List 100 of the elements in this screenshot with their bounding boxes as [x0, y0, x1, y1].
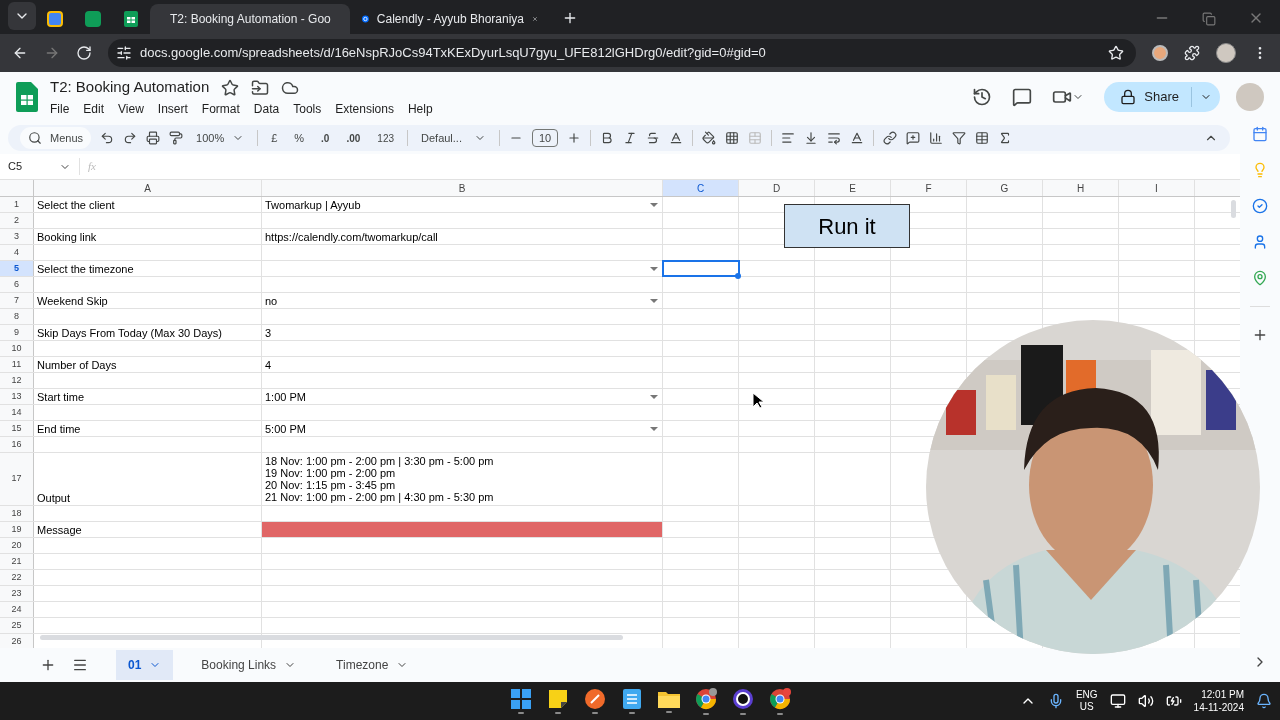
menu-item[interactable]: Data: [253, 99, 280, 118]
clock[interactable]: 12:01 PM 14-11-2024: [1193, 688, 1244, 714]
menu-item[interactable]: Edit: [83, 99, 105, 118]
chrome-icon[interactable]: [694, 687, 717, 710]
column-header[interactable]: H: [1043, 180, 1119, 196]
row-header[interactable]: 10: [0, 341, 34, 356]
column-header[interactable]: C: [663, 180, 739, 196]
font-size-field[interactable]: 10: [532, 128, 559, 148]
move-folder-icon[interactable]: [251, 78, 270, 97]
browser-tab[interactable]: T2: Booking Automation - Goo: [150, 4, 350, 34]
add-addon-icon[interactable]: [1252, 327, 1268, 343]
row-header[interactable]: 24: [0, 602, 34, 617]
percent-button[interactable]: %: [290, 129, 309, 147]
sheet-tab[interactable]: Booking Links: [189, 650, 309, 680]
row-header[interactable]: 15: [0, 421, 34, 436]
table-view-icon[interactable]: [975, 131, 990, 145]
menu-item[interactable]: Insert: [157, 99, 188, 118]
borders-icon[interactable]: [725, 131, 740, 145]
row-header[interactable]: 25: [0, 618, 34, 633]
column-header[interactable]: D: [739, 180, 815, 196]
paint-format-icon[interactable]: [169, 131, 184, 145]
star-icon[interactable]: [221, 78, 240, 97]
sticky-note-icon[interactable]: [547, 688, 568, 709]
align-icon[interactable]: [781, 131, 796, 145]
row-header[interactable]: 13: [0, 389, 34, 404]
menu-item[interactable]: File: [50, 99, 70, 118]
back-icon[interactable]: [12, 45, 28, 61]
italic-icon[interactable]: [623, 131, 638, 145]
pen-icon[interactable]: [584, 688, 605, 709]
row-header[interactable]: 4: [0, 245, 34, 260]
fill-color-icon[interactable]: [702, 131, 717, 145]
chrome-icon[interactable]: [768, 687, 791, 710]
horizontal-scrollbar[interactable]: [40, 635, 623, 640]
folder-icon[interactable]: [657, 689, 680, 708]
row-header[interactable]: 9: [0, 325, 34, 340]
text-rotation-icon[interactable]: [850, 131, 865, 145]
ring-app-icon[interactable]: [731, 687, 754, 710]
tasks-icon[interactable]: [1252, 198, 1268, 214]
row-header[interactable]: 7: [0, 293, 34, 308]
notepad-icon[interactable]: [622, 688, 641, 709]
dropdown-arrow-icon[interactable]: [650, 267, 658, 271]
all-sheets-icon[interactable]: [72, 657, 88, 673]
menu-item[interactable]: View: [118, 99, 144, 118]
extensions-icon[interactable]: [1184, 45, 1200, 61]
merge-cells-icon[interactable]: [748, 131, 763, 145]
row-header[interactable]: 14: [0, 405, 34, 420]
selected-cell[interactable]: [663, 261, 739, 276]
row-header[interactable]: 18: [0, 506, 34, 521]
decrease-decimals-button[interactable]: .0: [317, 130, 334, 146]
row-header[interactable]: 6: [0, 277, 34, 292]
add-sheet-icon[interactable]: [40, 657, 56, 673]
run-button[interactable]: Run it: [784, 204, 910, 248]
row-header[interactable]: 22: [0, 570, 34, 585]
bookmark-star-icon[interactable]: [1108, 45, 1124, 61]
row-header[interactable]: 3: [0, 229, 34, 244]
maps-icon[interactable]: [1252, 270, 1268, 286]
dropdown-arrow-icon[interactable]: [650, 203, 658, 207]
text-wrap-icon[interactable]: [827, 131, 842, 145]
restore-icon[interactable]: [1202, 12, 1216, 26]
row-header[interactable]: 19: [0, 522, 34, 537]
font-select[interactable]: Defaul...: [417, 129, 490, 147]
calendar-icon[interactable]: [1252, 126, 1268, 142]
dropdown-arrow-icon[interactable]: [650, 427, 658, 431]
zoom-select[interactable]: 100%: [192, 129, 249, 147]
row-header[interactable]: 2: [0, 213, 34, 228]
row-header[interactable]: 23: [0, 586, 34, 601]
column-header[interactable]: A: [34, 180, 262, 196]
volume-icon[interactable]: [1137, 693, 1154, 709]
column-header[interactable]: F: [891, 180, 967, 196]
new-tab-icon[interactable]: [562, 10, 578, 26]
row-header[interactable]: 20: [0, 538, 34, 553]
row-header[interactable]: 1: [0, 197, 34, 212]
menu-item[interactable]: Format: [201, 99, 240, 118]
windows-icon[interactable]: [510, 688, 531, 709]
language-indicator[interactable]: ENG US: [1075, 689, 1098, 713]
column-header[interactable]: G: [967, 180, 1043, 196]
comments-icon[interactable]: [1012, 87, 1033, 107]
sheet-tab[interactable]: 01: [116, 650, 174, 680]
share-button[interactable]: Share: [1104, 82, 1220, 112]
menu-item[interactable]: Help: [407, 99, 433, 118]
dropdown-arrow-icon[interactable]: [650, 299, 658, 303]
network-icon[interactable]: [1109, 693, 1126, 709]
name-box[interactable]: C5: [0, 158, 80, 175]
add-comment-icon[interactable]: [906, 131, 921, 145]
battery-icon[interactable]: [1165, 693, 1182, 709]
reload-icon[interactable]: [76, 45, 92, 61]
contacts-icon[interactable]: [1252, 234, 1268, 250]
undo-icon[interactable]: [100, 131, 115, 145]
text-color-icon[interactable]: [669, 131, 684, 145]
vertical-scrollbar[interactable]: [1231, 200, 1236, 218]
currency-button[interactable]: £: [267, 129, 282, 147]
increase-font-size-icon[interactable]: [567, 131, 582, 145]
dropdown-arrow-icon[interactable]: [650, 395, 658, 399]
print-icon[interactable]: [146, 131, 161, 145]
row-header[interactable]: 11: [0, 357, 34, 372]
number-format-button[interactable]: 123: [373, 130, 398, 146]
site-settings-icon[interactable]: [116, 45, 132, 61]
address-bar[interactable]: docs.google.com/spreadsheets/d/16eNspRJoCs94TxKExDyurLsqU7gyu_UFE812lGHDrg0/edit?gid=0#gid=0: [108, 39, 1136, 67]
strikethrough-icon[interactable]: [646, 131, 661, 145]
row-header[interactable]: 16: [0, 437, 34, 452]
